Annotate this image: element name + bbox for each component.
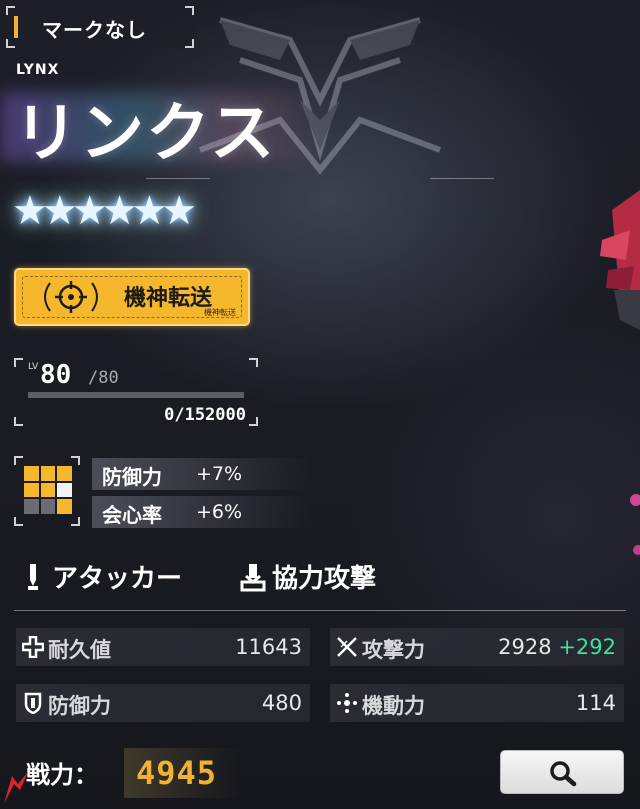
stat-hp: 耐久値 11643 (16, 628, 310, 666)
exp-bar (28, 392, 244, 398)
bonus-value: +6% (196, 501, 243, 523)
role-label: アタッカー (52, 564, 183, 594)
exp-value: 0/152000 (164, 405, 246, 425)
level-current: 80 (40, 360, 72, 390)
accent-bar (14, 16, 18, 38)
divider (14, 610, 626, 611)
level-prefix: LV (28, 362, 39, 372)
cross-icon (22, 636, 44, 658)
grid-icon (24, 466, 72, 514)
stat-label: 機動力 (362, 694, 425, 718)
power-value: 4945 (136, 754, 218, 792)
mark-label: マークなし (42, 18, 147, 42)
stat-value: 480 (261, 691, 302, 715)
crosshair-icon (44, 281, 98, 313)
bonus-label: 防御力 (102, 465, 162, 489)
crossed-swords-icon (337, 637, 357, 657)
stat-label: 防御力 (48, 694, 111, 718)
unit-name: リンクス (14, 97, 277, 171)
level-max: /80 (88, 368, 119, 388)
stat-value: 11643 (235, 635, 302, 659)
level-panel: LV 80 /80 0/152000 (14, 358, 258, 426)
stat-value: 2928 (498, 635, 552, 659)
transfer-sub-label: 機神転送 (204, 308, 236, 317)
magnifier-icon (550, 761, 577, 787)
stat-mobility: 機動力 114 (330, 684, 624, 722)
shield-icon (24, 692, 42, 714)
stat-label: 攻撃力 (362, 638, 425, 662)
role-attacker: アタッカー (20, 558, 182, 595)
role-coop-attack: 協力攻撃 (240, 558, 376, 595)
bonus-row: 会心率 +6% (92, 496, 312, 528)
stat-label: 耐久値 (48, 638, 111, 662)
role-label: 協力攻撃 (272, 564, 377, 594)
transfer-button[interactable]: 機神転送 機神転送 (14, 268, 250, 326)
background-line (146, 178, 210, 179)
bonus-label: 会心率 (102, 503, 162, 527)
background-line (430, 178, 494, 179)
attacker-icon (28, 563, 38, 590)
transfer-label: 機神転送 (124, 286, 213, 311)
mobility-icon (337, 693, 357, 713)
rarity-stars: ★★★★★★ (12, 188, 197, 234)
mark-tag[interactable]: マークなし (6, 6, 194, 48)
unit-name-english: LYNX (16, 62, 60, 78)
power-label: 戦力： (26, 761, 98, 789)
coop-attack-icon (240, 563, 266, 591)
mech-artwork (600, 190, 640, 555)
bonus-value: +7% (196, 463, 243, 485)
parts-bonus-icon[interactable] (14, 456, 80, 526)
bonus-row: 防御力 +7% (92, 458, 312, 490)
red-arrow-icon (4, 772, 28, 804)
stat-defense: 防御力 480 (16, 684, 310, 722)
stat-attack: 攻撃力 2928 +292 (330, 628, 624, 666)
